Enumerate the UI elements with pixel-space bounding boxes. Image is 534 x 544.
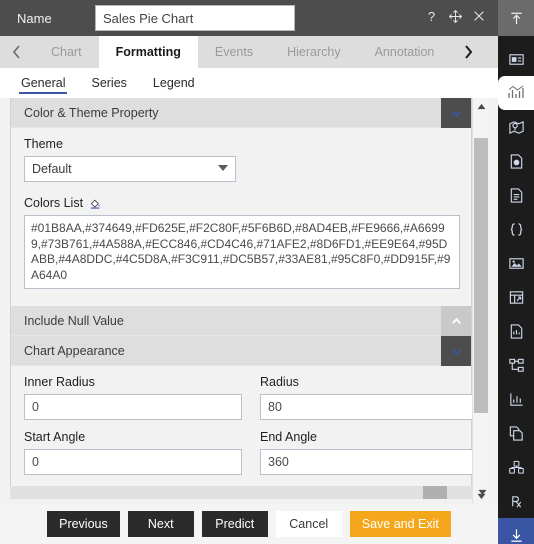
chevron-down-icon[interactable] [441, 336, 471, 366]
subtab-general[interactable]: General [8, 69, 78, 97]
theme-select[interactable]: Default [24, 156, 236, 182]
chart-name-input[interactable] [95, 5, 295, 31]
vertical-scroll-thumb[interactable] [474, 138, 488, 413]
save-and-exit-button[interactable]: Save and Exit [349, 511, 451, 537]
previous-button[interactable]: Previous [47, 511, 120, 537]
subtab-label: General [21, 76, 66, 90]
rx-prescription-icon[interactable] [498, 484, 534, 518]
chevron-up-icon[interactable] [441, 306, 471, 336]
field-inner-radius: Inner Radius [24, 375, 242, 420]
panel-horizontal-scrollbar[interactable] [10, 486, 472, 499]
copy-pages-icon[interactable] [498, 416, 534, 450]
help-icon[interactable]: ? [424, 9, 439, 28]
tab-chart[interactable]: Chart [34, 36, 99, 68]
paint-bucket-icon[interactable] [89, 197, 102, 210]
name-label: Name [17, 10, 52, 26]
download-arrow-icon[interactable] [498, 518, 534, 544]
radius-label: Radius [260, 375, 299, 389]
main-tab-bar: Chart Formatting Events Hierarchy Annota… [0, 36, 498, 68]
section-header-color-theme[interactable]: Color & Theme Property [11, 98, 471, 128]
end-angle-label: End Angle [260, 430, 317, 444]
section-header-chart-appearance[interactable]: Chart Appearance [11, 336, 471, 366]
appearance-fields-grid: Inner Radius Radius Start Angle End Angl… [24, 375, 478, 485]
theme-label: Theme [24, 137, 458, 151]
section-header-include-null[interactable]: Include Null Value [11, 306, 471, 336]
tab-label: Formatting [115, 45, 181, 59]
scroll-right-arrow-icon[interactable] [474, 486, 490, 499]
tab-label: Annotation [374, 45, 435, 59]
cubes-icon[interactable] [498, 450, 534, 484]
cancel-button[interactable]: Cancel [275, 511, 342, 537]
svg-text:?: ? [428, 9, 435, 24]
formatting-content: Color & Theme Property Theme Default Col… [10, 98, 478, 498]
tab-events[interactable]: Events [197, 36, 271, 68]
section-body-color-theme: Theme Default Colors List [11, 128, 471, 306]
image-icon[interactable] [498, 246, 534, 280]
tab-label: Hierarchy [287, 45, 341, 59]
tabs-scroll-right-icon[interactable] [451, 36, 486, 68]
subtab-legend[interactable]: Legend [140, 69, 208, 97]
field-end-angle: End Angle [260, 430, 478, 475]
scroll-up-arrow-icon[interactable] [473, 98, 489, 114]
theme-select-wrap: Default [24, 156, 236, 182]
tab-formatting[interactable]: Formatting [98, 36, 198, 68]
inner-radius-input[interactable] [24, 394, 242, 420]
radius-input[interactable] [260, 394, 478, 420]
table-grid-icon[interactable] [498, 280, 534, 314]
field-start-angle: Start Angle [24, 430, 242, 475]
tab-label: Events [214, 45, 254, 59]
title-bar-actions: ? [424, 9, 498, 28]
next-button[interactable]: Next [127, 511, 194, 537]
chart-formatting-dialog: Name ? [0, 0, 534, 544]
subtab-label: Legend [152, 76, 195, 90]
document-gauge-icon[interactable] [498, 144, 534, 178]
sub-tab-bar: General Series Legend [0, 68, 498, 98]
tab-label: Chart [51, 45, 82, 59]
document-data-icon[interactable] [498, 314, 534, 348]
tabs-scroll-left-icon[interactable] [0, 36, 34, 68]
field-radius: Radius [260, 375, 478, 420]
end-angle-input[interactable] [260, 449, 478, 475]
horizontal-scroll-thumb[interactable] [423, 486, 447, 499]
section-body-chart-appearance: Inner Radius Radius Start Angle End Angl… [11, 366, 478, 497]
section-title: Color & Theme Property [24, 105, 159, 120]
start-angle-input[interactable] [24, 449, 242, 475]
move-icon[interactable] [448, 9, 463, 28]
close-icon[interactable] [472, 9, 486, 27]
colors-list-textarea[interactable] [24, 215, 460, 289]
subtab-label: Series [91, 76, 127, 90]
right-tool-rail [498, 0, 534, 544]
bar-chart-icon[interactable] [498, 76, 534, 110]
panel-vertical-scrollbar[interactable] [472, 98, 488, 504]
collapse-up-icon[interactable] [498, 0, 534, 36]
map-pin-icon[interactable] [498, 110, 534, 144]
start-angle-label: Start Angle [24, 430, 86, 444]
formatting-panel: Color & Theme Property Theme Default Col… [0, 98, 498, 504]
predict-button[interactable]: Predict [201, 511, 268, 537]
hierarchy-tree-icon[interactable] [498, 348, 534, 382]
inner-radius-label: Inner Radius [24, 375, 95, 389]
tab-annotation[interactable]: Annotation [357, 36, 452, 68]
code-braces-icon[interactable] [498, 212, 534, 246]
section-title: Chart Appearance [24, 343, 125, 358]
dialog-footer: Previous Next Predict Cancel Save and Ex… [0, 504, 498, 544]
document-lines-icon[interactable] [498, 178, 534, 212]
tab-hierarchy[interactable]: Hierarchy [270, 36, 358, 68]
theme-label-text: Theme [24, 137, 63, 151]
dialog-title-bar: Name ? [0, 0, 498, 36]
colors-list-label: Colors List [24, 196, 458, 210]
section-title: Include Null Value [24, 313, 124, 328]
subtab-series[interactable]: Series [78, 69, 139, 97]
line-chart-icon[interactable] [498, 382, 534, 416]
panel-layout-icon[interactable] [498, 42, 534, 76]
chevron-down-icon[interactable] [441, 98, 471, 128]
colors-list-label-text: Colors List [24, 196, 84, 210]
